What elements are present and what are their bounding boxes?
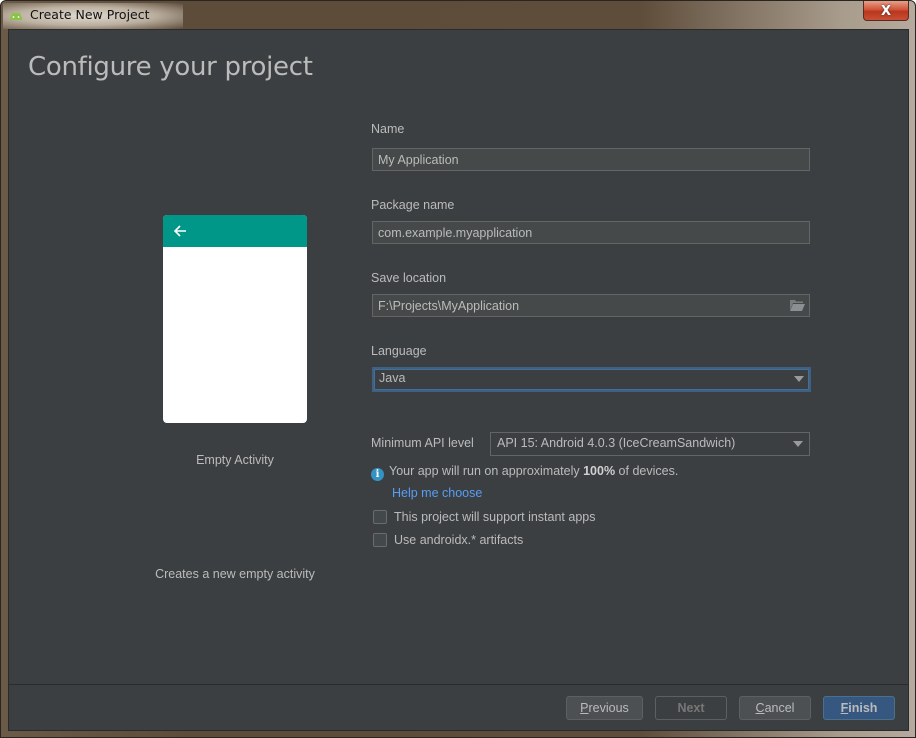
save-location-input[interactable] <box>372 294 810 317</box>
package-name-input[interactable] <box>372 221 810 244</box>
language-dropdown[interactable]: Java <box>372 367 811 392</box>
template-name: Empty Activity <box>196 453 274 467</box>
instant-apps-checkbox[interactable]: This project will support instant apps <box>373 510 595 524</box>
next-button[interactable]: Next <box>655 696 727 720</box>
close-button[interactable]: X <box>863 1 909 21</box>
androidx-checkbox[interactable]: Use androidx.* artifacts <box>373 533 523 547</box>
close-icon: X <box>880 4 892 19</box>
finish-button[interactable]: Finish <box>823 696 895 720</box>
previous-button[interactable]: Previous <box>566 696 643 720</box>
coverage-percent: 100% <box>583 464 616 478</box>
help-me-choose-link[interactable]: Help me choose <box>392 486 482 500</box>
min-api-selected: API 15: Android 4.0.3 (IceCreamSandwich) <box>497 436 736 450</box>
language-selected: Java <box>379 371 406 385</box>
chevron-down-icon <box>793 441 803 447</box>
checkbox[interactable] <box>373 533 387 547</box>
min-api-dropdown[interactable]: API 15: Android 4.0.3 (IceCreamSandwich) <box>490 432 810 456</box>
page-title: Configure your project <box>28 52 313 82</box>
back-arrow-icon <box>173 225 186 237</box>
language-label: Language <box>371 344 427 358</box>
title-bar[interactable]: Create New Project X <box>1 1 915 29</box>
window-title: Create New Project <box>30 7 150 22</box>
preview-toolbar <box>163 215 307 247</box>
package-name-label: Package name <box>371 198 455 212</box>
name-label: Name <box>371 122 405 136</box>
dialog-window: Create New Project X Configure your proj… <box>0 0 916 738</box>
template-preview <box>163 215 307 423</box>
device-coverage-info: i Your app will run on approximately 100%… <box>371 464 678 481</box>
checkbox[interactable] <box>373 510 387 524</box>
cancel-button[interactable]: Cancel <box>739 696 811 720</box>
save-location-label: Save location <box>371 271 447 285</box>
save-location-field <box>372 294 810 317</box>
android-icon <box>10 11 22 20</box>
info-icon: i <box>371 468 384 481</box>
min-api-label: Minimum API level <box>371 436 474 450</box>
footer-divider <box>9 684 908 685</box>
name-input[interactable] <box>372 148 810 171</box>
folder-icon[interactable] <box>790 299 805 311</box>
template-description: Creates a new empty activity <box>155 567 315 581</box>
chevron-down-icon <box>794 376 804 382</box>
dialog-content: Configure your project Empty Activity Cr… <box>8 29 909 731</box>
